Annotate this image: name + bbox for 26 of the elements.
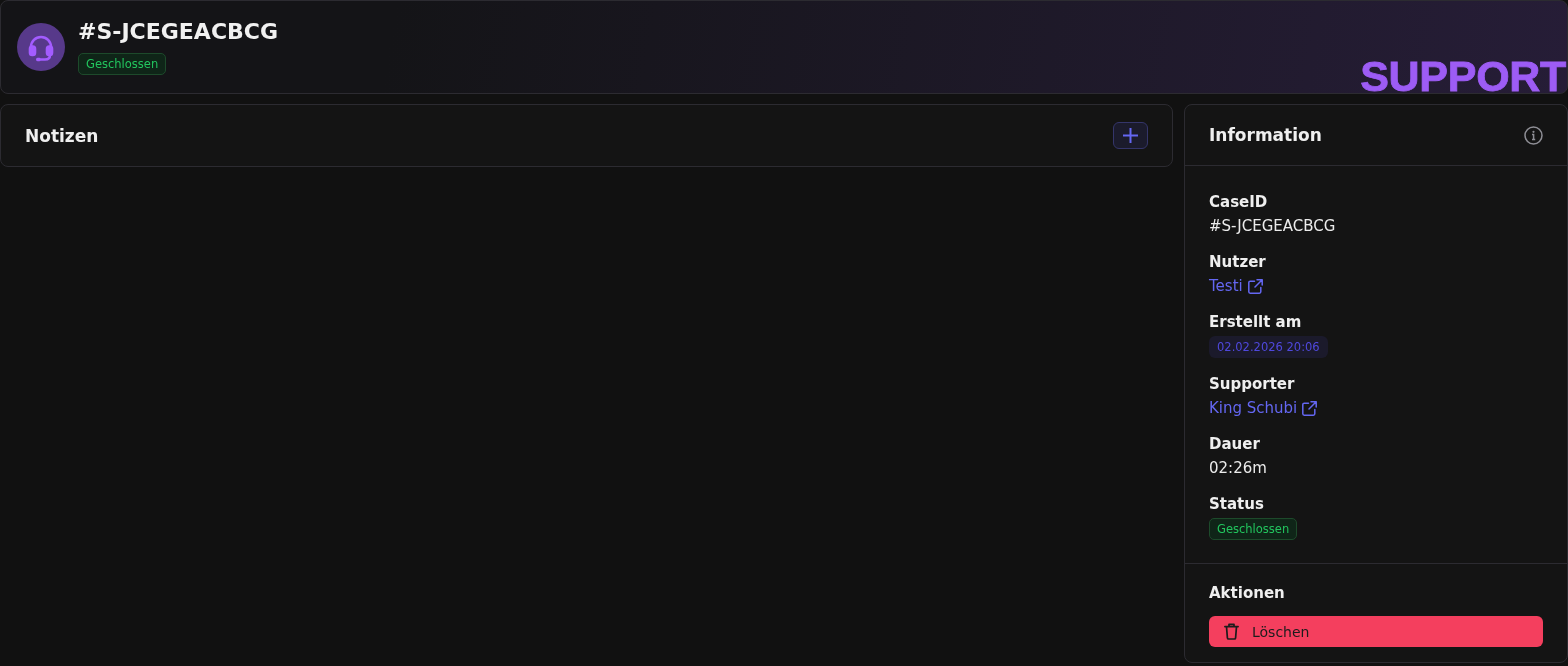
case-title: #S-JCEGEACBCG — [78, 19, 278, 45]
field-value: #S-JCEGEACBCG — [1209, 216, 1336, 236]
external-link-icon — [1247, 278, 1263, 294]
add-note-button[interactable] — [1113, 122, 1148, 149]
info-icon[interactable] — [1524, 125, 1543, 145]
field-label: Status — [1209, 494, 1264, 514]
trash-icon — [1224, 623, 1239, 640]
field-label: Nutzer — [1209, 252, 1266, 272]
card-title: Information — [1209, 124, 1322, 146]
field-label: Supporter — [1209, 374, 1295, 394]
profile-link[interactable]: Testi — [1209, 276, 1263, 296]
delete-button[interactable]: Löschen — [1209, 616, 1543, 647]
field-label: Dauer — [1209, 434, 1260, 454]
notes-title: Notizen — [25, 124, 99, 147]
plus-icon — [1123, 128, 1138, 143]
field-value: 02:26m — [1209, 458, 1267, 478]
headset-icon — [17, 23, 65, 71]
brand-wordmark: SUPPORT — [1360, 59, 1567, 93]
actions-title: Aktionen — [1209, 583, 1285, 603]
status-badge: Geschlossen — [1209, 518, 1298, 540]
external-link-icon — [1302, 400, 1318, 416]
date-badge: 02.02.2026 20:06 — [1209, 336, 1328, 358]
status-badge: Geschlossen — [78, 53, 167, 75]
field-label: CaseID — [1209, 192, 1268, 212]
profile-link[interactable]: King Schubi — [1209, 398, 1318, 418]
field-label: Erstellt am — [1209, 312, 1302, 332]
